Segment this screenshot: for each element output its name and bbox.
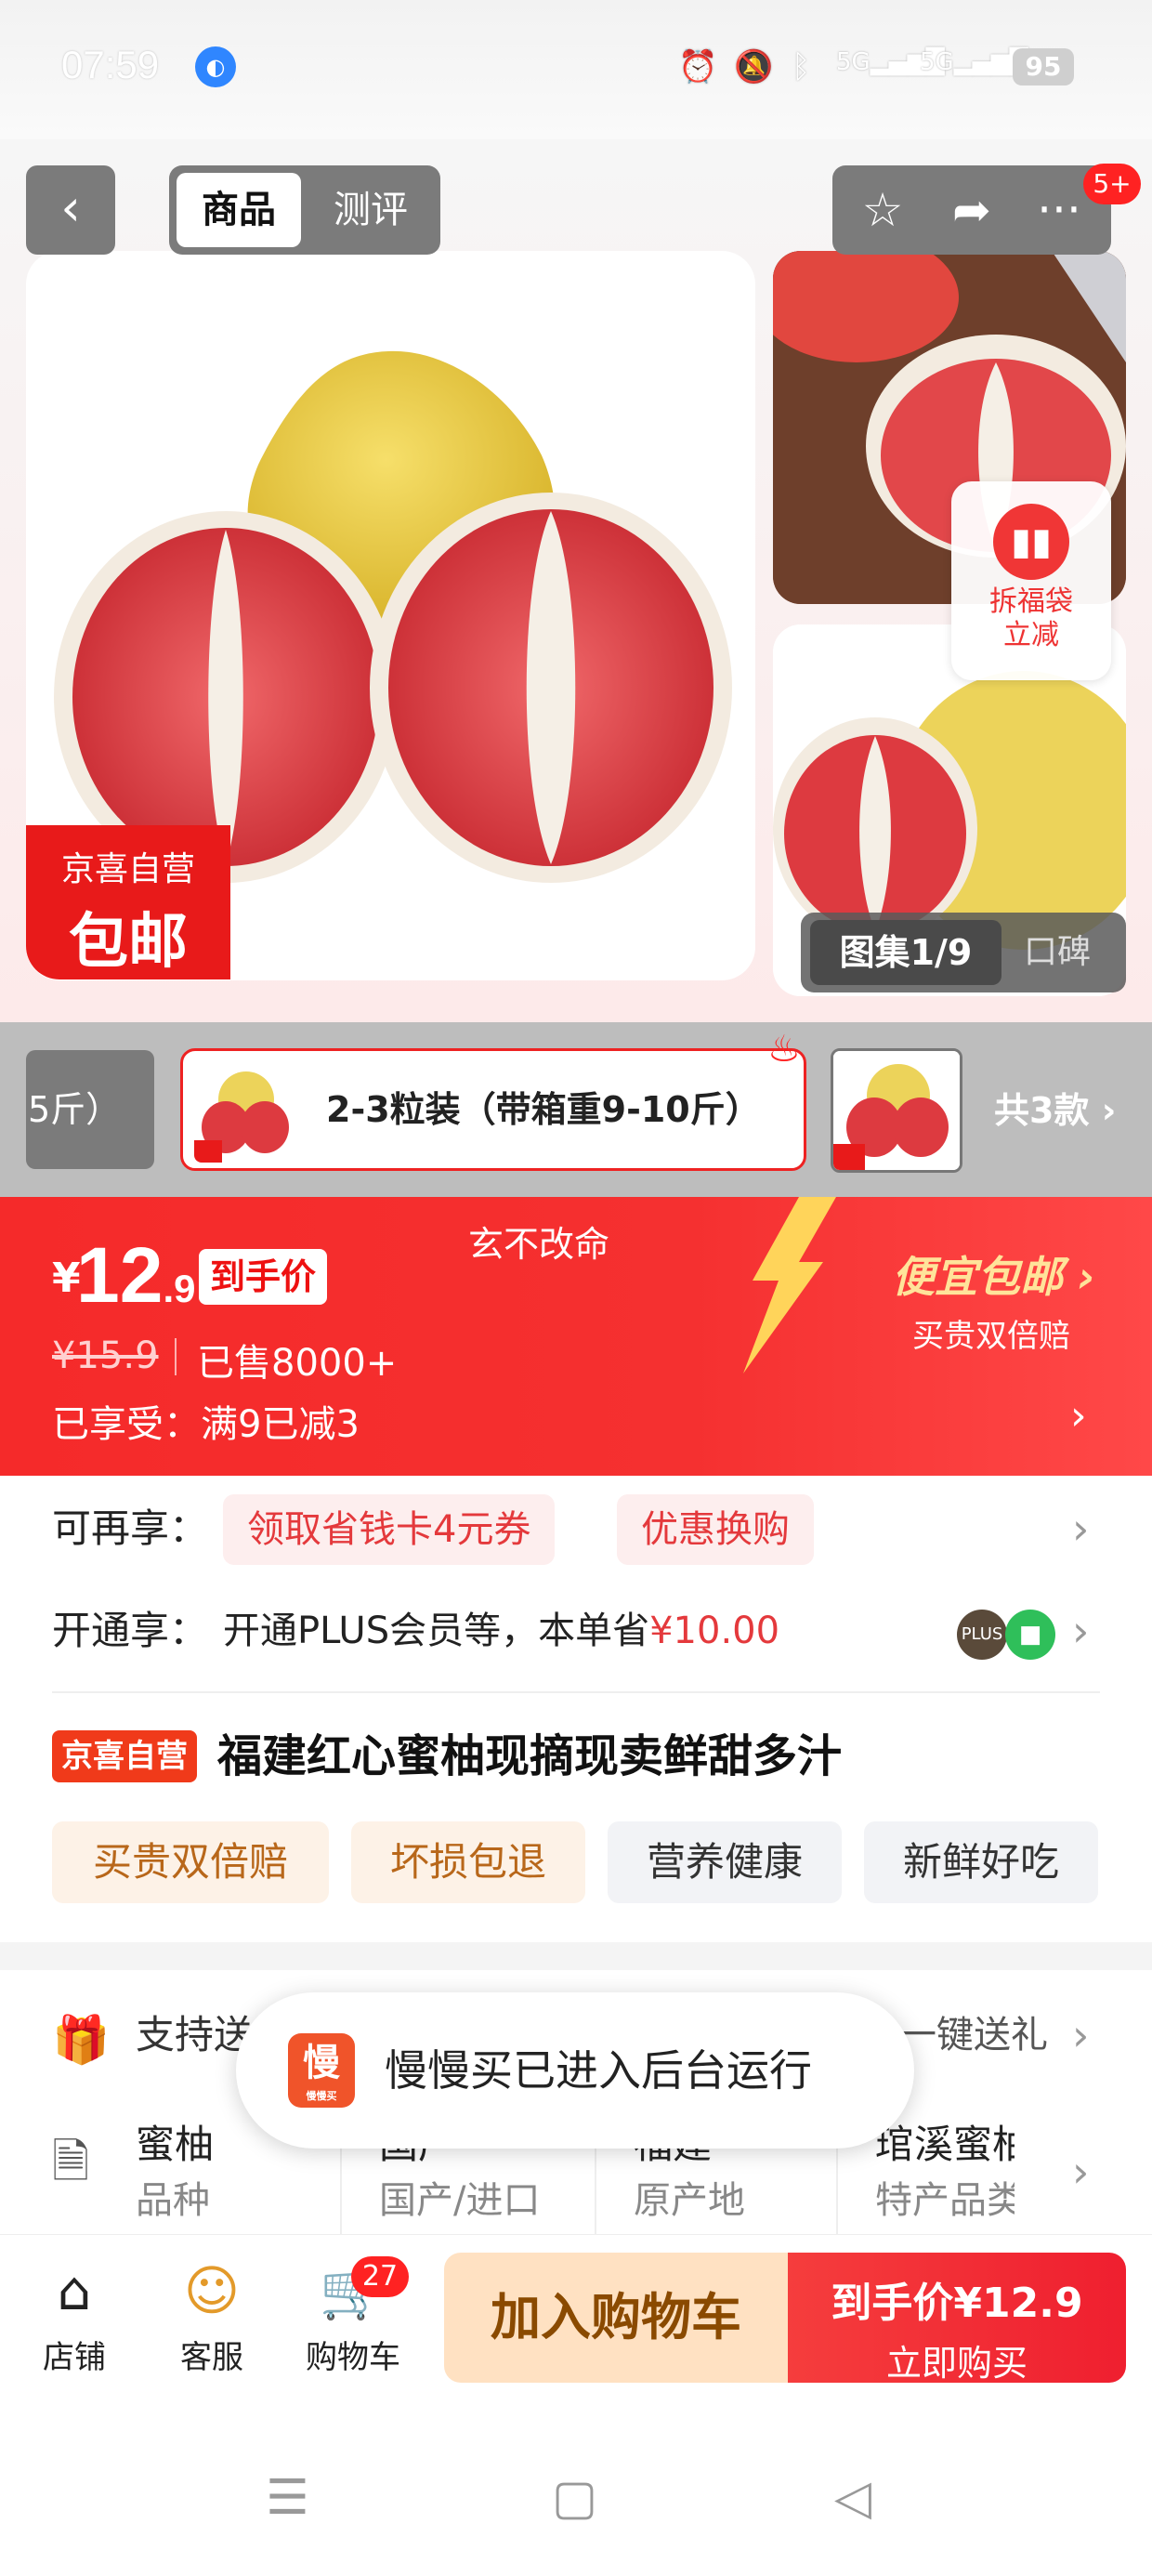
tab-review[interactable]: 测评 <box>308 173 433 247</box>
jingxi-free-shipping-tag: 京喜自营 包邮 <box>26 825 230 979</box>
sold-count: 已售8000+ <box>197 1342 398 1385</box>
chip-price-guarantee[interactable]: 买贵双倍赔 <box>52 1821 329 1903</box>
shop-icon: ⌂ <box>57 2259 92 2322</box>
praise-button[interactable]: 口碑 <box>1024 920 1091 985</box>
toast-text: 慢慢买已进入后台运行 <box>385 2045 812 2096</box>
variant-label: 2-3粒装（带箱重9-10斤） <box>326 1089 761 1130</box>
chip-damage-refund[interactable]: 坏损包退 <box>351 1821 585 1903</box>
menu-nav-icon[interactable]: ☰ <box>266 2470 309 2526</box>
app-notification-icon: ◐ <box>195 46 236 87</box>
status-time: 07:59 <box>61 43 160 86</box>
product-tabs: 商品 测评 <box>169 165 440 255</box>
status-bar: 07:59 ◐ ⏰ 🔕 ᛒ 5G▂▄▆█ 5G▂▄▆█ 95 <box>0 0 1152 139</box>
bluetooth-icon: ᛒ <box>792 48 811 85</box>
buy-now-button[interactable]: 到手价¥12.9 立即购买 <box>788 2253 1126 2384</box>
plus-member-icon: PLUS <box>957 1610 1007 1660</box>
variant-option-selected[interactable]: 2-3粒装（带箱重9-10斤） <box>180 1048 806 1171</box>
chevron-right-icon: › <box>1072 2147 1090 2197</box>
cart-count-badge: 27 <box>351 2256 409 2297</box>
chip-fresh-tasty[interactable]: 新鲜好吃 <box>864 1821 1098 1903</box>
gift-icon: 🎁 <box>52 2013 111 2067</box>
gallery-count-button[interactable]: 图集1/9 <box>810 920 1001 985</box>
param-specialty: 琯溪蜜柚 特产品类 <box>875 2122 1015 2222</box>
lucky-bag-line-1: 拆福袋 <box>989 585 1073 618</box>
price-value: 12.9 <box>76 1231 196 1319</box>
manmanmai-app-icon: 慢慢慢买 <box>288 2033 355 2108</box>
tag-line-1: 京喜自营 <box>60 850 195 888</box>
battery-indicator: 95 <box>1013 48 1074 85</box>
add-to-cart-button[interactable]: 加入购物车 <box>444 2253 788 2383</box>
original-price: ¥15.9 <box>52 1334 159 1377</box>
lucky-bag-widget[interactable]: ▮▮ 拆福袋 立减 <box>951 481 1111 680</box>
jingxi-self-operated-tag: 京喜自营 <box>52 1730 197 1782</box>
final-price-tag: 到手价 <box>199 1249 328 1305</box>
lucky-bag-icon: ▮▮ <box>993 504 1069 580</box>
promo-subtitle: 买贵双倍赔 <box>912 1318 1070 1355</box>
gift-service-action: 一键送礼 <box>899 2014 1048 2057</box>
chevron-right-icon[interactable]: › <box>1070 1392 1087 1439</box>
hot-flame-icon: ♨ <box>767 1028 801 1071</box>
coupon-saving-card[interactable]: 领取省钱卡4元券 <box>223 1494 556 1565</box>
alarm-icon: ⏰ <box>678 48 718 85</box>
price-banner: ¥ 12.9 到手价 玄不改命 ¥15.9 已售8000+ 已享受：满9已减3 … <box>0 1197 1152 1476</box>
chevron-left-icon: ‹ <box>60 178 81 237</box>
coupon-row[interactable]: 可再享： 领取省钱卡4元券 优惠换购 › <box>0 1478 1152 1580</box>
plus-row-text: 开通PLUS会员等，本单省¥10.00 <box>223 1610 780 1652</box>
coupon-row-label: 可再享： <box>52 1505 209 1551</box>
share-icon[interactable]: ➦ <box>935 175 1009 245</box>
param-divider <box>340 2132 342 2243</box>
document-icon: 🗎 <box>52 2135 90 2188</box>
mute-icon: 🔕 <box>734 48 774 85</box>
plus-row-label: 开通享： <box>52 1608 209 1653</box>
message-badge: 5+ <box>1083 164 1141 204</box>
tab-product[interactable]: 商品 <box>177 173 301 247</box>
applied-discount[interactable]: 已享受：满9已减3 <box>52 1394 360 1448</box>
variant-thumbnail <box>194 1062 295 1163</box>
favorite-star-icon[interactable]: ☆ <box>845 175 920 245</box>
chevron-right-icon: › <box>1072 1504 1090 1554</box>
gallery-switcher: 图集1/9 口碑 <box>801 913 1126 992</box>
chip-nutrition[interactable]: 营养健康 <box>608 1821 842 1903</box>
product-title: 京喜自营 福建红心蜜柚现摘现卖鲜甜多汁 <box>52 1710 1102 1803</box>
home-nav-icon[interactable]: ▢ <box>552 2470 597 2526</box>
variant-option-prev[interactable]: 5斤） <box>26 1050 154 1169</box>
header-tools: ☆ ➦ ··· <box>832 165 1111 255</box>
product-name: 福建红心蜜柚现摘现卖鲜甜多汁 <box>217 1730 843 1782</box>
param-divider <box>595 2132 596 2243</box>
customer-service-button[interactable]: ☺ 客服 <box>156 2254 268 2377</box>
chevron-right-icon: › <box>1072 1606 1090 1656</box>
variant-option-next[interactable] <box>831 1048 962 1173</box>
system-navigation-bar: ☰ ▢ ◁ <box>0 2416 1152 2576</box>
customer-service-icon: ☺ <box>183 2259 241 2322</box>
promo-title[interactable]: 便宜包邮 › <box>892 1243 1095 1305</box>
shop-button[interactable]: ⌂ 店铺 <box>19 2254 130 2377</box>
price-separator <box>175 1338 177 1375</box>
tag-line-2: 包邮 <box>69 908 188 977</box>
shopping-bag-icon: ■ <box>1005 1610 1055 1660</box>
lucky-bag-line-2: 立减 <box>1003 619 1059 651</box>
variant-count-link[interactable]: 共3款 › <box>994 1069 1116 1152</box>
divider <box>52 1691 1100 1693</box>
chevron-right-icon: › <box>1072 2010 1090 2060</box>
section-gap <box>0 1942 1152 1970</box>
background-toast: 慢慢慢买 慢慢买已进入后台运行 <box>236 1992 914 2149</box>
param-divider <box>836 2132 838 2243</box>
back-nav-icon[interactable]: ◁ <box>834 2470 871 2526</box>
back-button[interactable]: ‹ <box>26 165 115 255</box>
price-slogan: 玄不改命 <box>468 1224 610 1265</box>
lightning-icon <box>743 1197 836 1373</box>
coupon-exchange[interactable]: 优惠换购 <box>617 1494 814 1565</box>
buy-now-label: 立即购买 <box>885 2343 1028 2384</box>
buy-price-label: 到手价¥12.9 <box>831 2280 1083 2327</box>
plus-row[interactable]: 开通享： 开通PLUS会员等，本单省¥10.00 PLUS ■ › <box>0 1580 1152 1682</box>
chevron-right-icon: › <box>1101 1090 1117 1131</box>
